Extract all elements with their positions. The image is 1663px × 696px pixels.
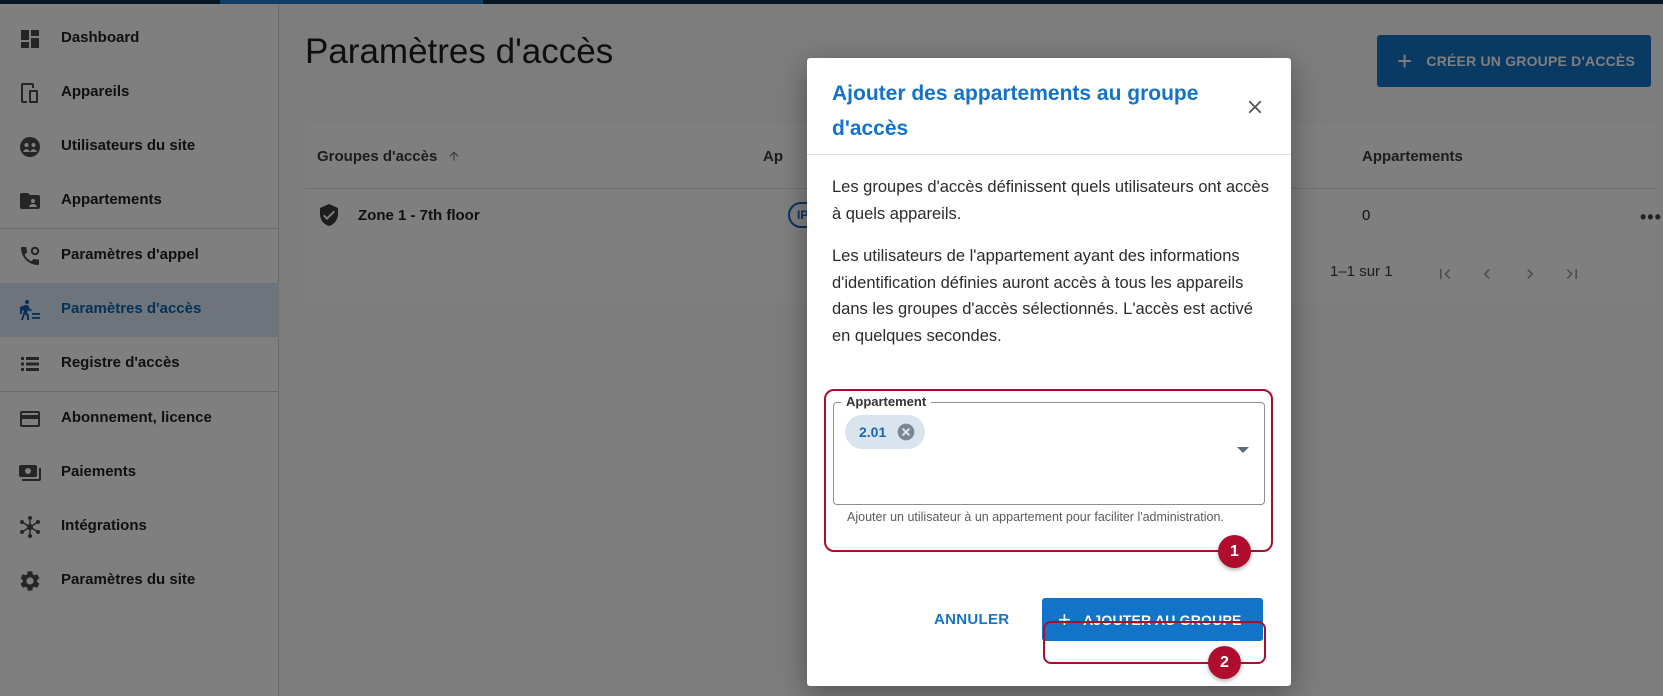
step-badge-2: 2 xyxy=(1208,646,1241,679)
add-apartments-dialog: Ajouter des appartements au groupe d'acc… xyxy=(807,58,1291,686)
cancel-button[interactable]: ANNULER xyxy=(934,611,1009,628)
dialog-description-1: Les groupes d'accès définissent quels ut… xyxy=(832,178,1269,223)
dialog-description-2: Les utilisateurs de l'appartement ayant … xyxy=(832,247,1253,345)
dialog-header-divider xyxy=(807,154,1291,155)
close-icon[interactable] xyxy=(1244,96,1266,118)
dialog-title: Ajouter des appartements au groupe d'acc… xyxy=(832,82,1199,140)
highlight-apartment-field xyxy=(824,389,1273,552)
step-badge-1: 1 xyxy=(1218,535,1251,568)
